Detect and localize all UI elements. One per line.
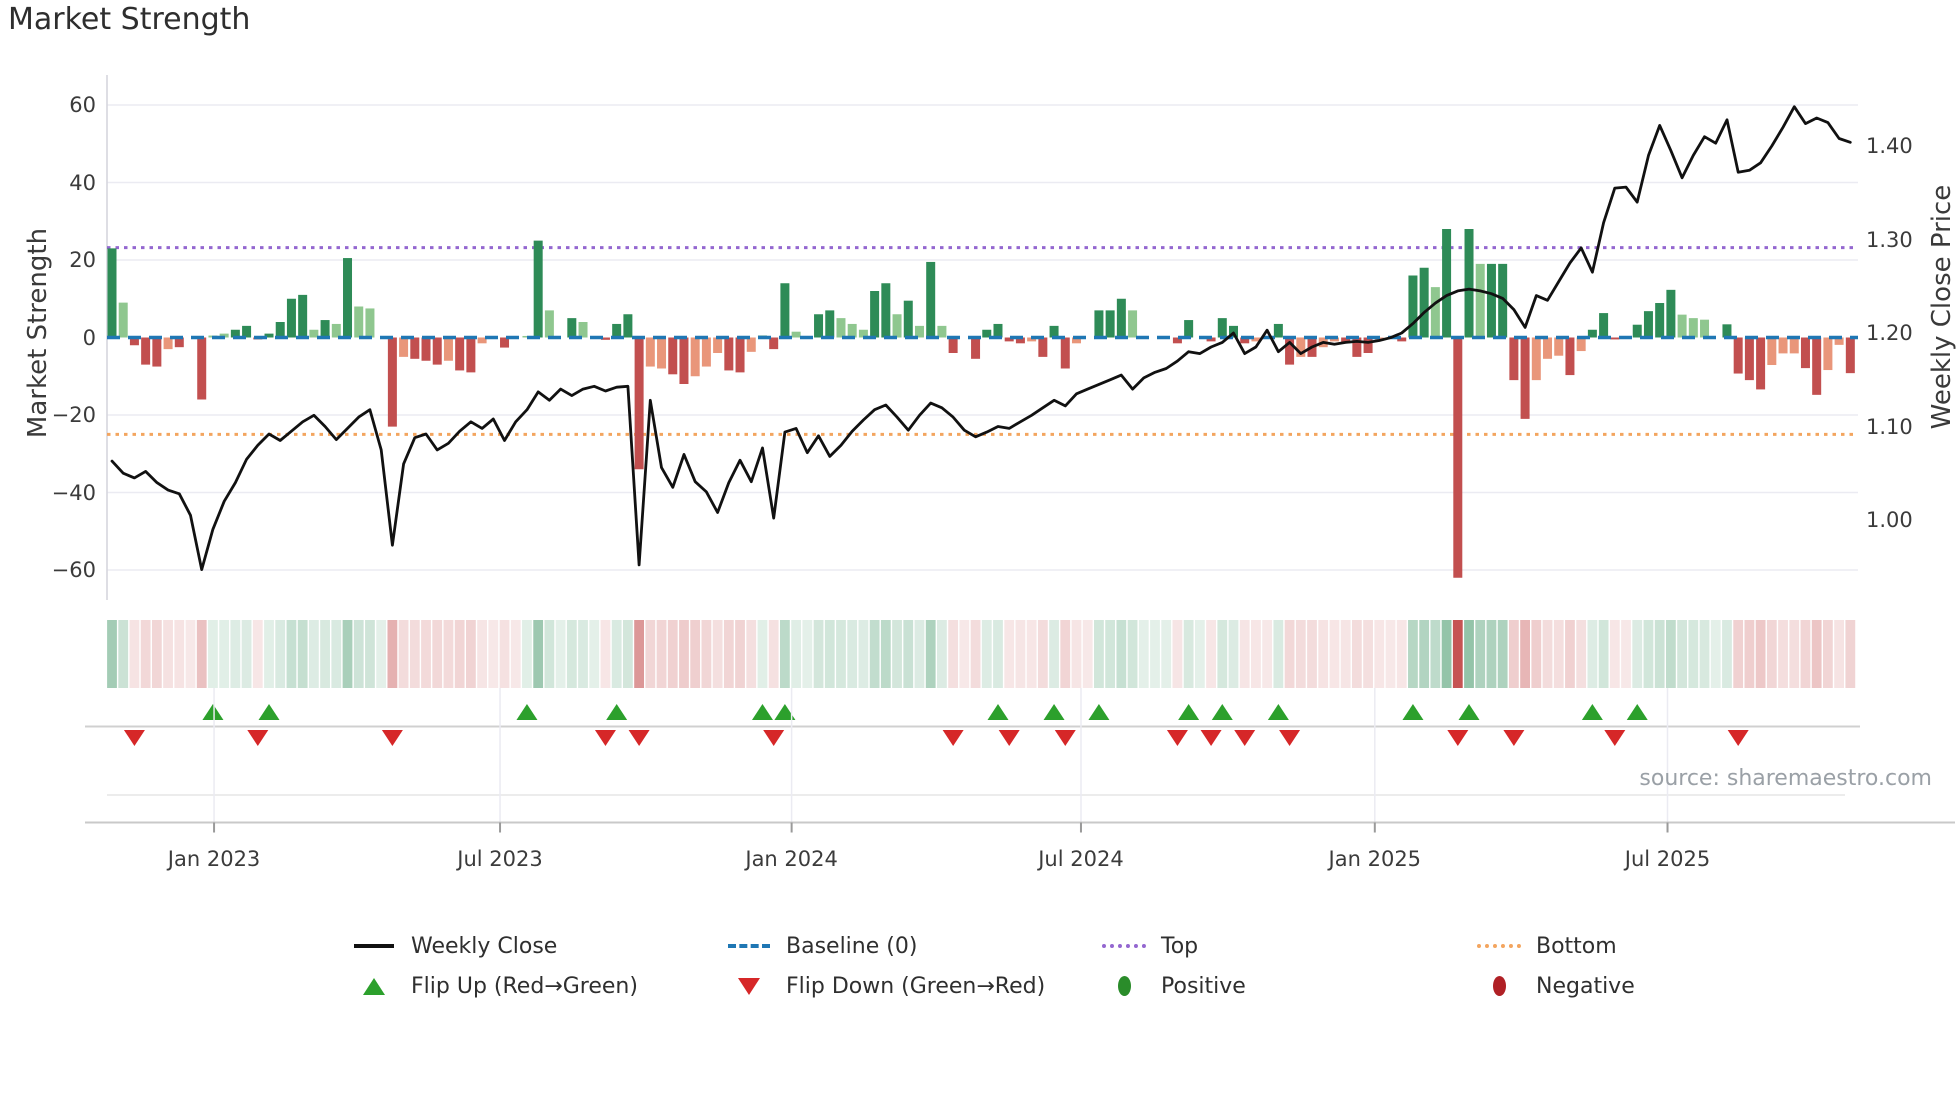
- flip-up-icon: [516, 704, 538, 720]
- legend-item-negative: Negative: [1475, 966, 1850, 1006]
- triangle-up-swatch-icon: [363, 977, 385, 995]
- ellipse-swatch-icon: [1492, 976, 1506, 996]
- triangle-down-swatch-icon: [738, 977, 760, 995]
- flip-down-icon: [1503, 730, 1525, 746]
- x-tick-label: Jan 2024: [745, 847, 838, 871]
- flip-down-icon: [763, 730, 785, 746]
- right-tick-label: 1.20: [1866, 321, 1913, 345]
- left-tick-label: −60: [51, 558, 96, 582]
- left-tick-label: 40: [69, 170, 96, 195]
- flip-up-icon: [751, 704, 773, 720]
- x-axis: [85, 821, 1955, 833]
- legend-item-bottom: Bottom: [1475, 926, 1850, 966]
- flip-up-icon: [258, 704, 280, 720]
- dashed-swatch-icon: [728, 944, 770, 948]
- right-tick-label: 1.00: [1866, 508, 1913, 532]
- strength-heatmap: [107, 620, 1856, 688]
- flip-down-icon: [1200, 730, 1222, 746]
- flip-up-icon: [1267, 704, 1289, 720]
- flip-up-icon: [1211, 704, 1233, 720]
- flip-down-icon: [1604, 730, 1626, 746]
- ellipse-swatch-icon: [1117, 976, 1131, 996]
- left-tick-label: 60: [69, 93, 96, 117]
- flip-down-icon: [381, 730, 403, 746]
- flip-up-icon: [1178, 704, 1200, 720]
- flip-down-icon: [628, 730, 650, 746]
- chart-legend: Weekly Close Baseline (0) Top Bottom Flip Up…: [350, 926, 1850, 1006]
- legend-label: Bottom: [1536, 933, 1617, 959]
- left-tick-label: 20: [69, 248, 96, 272]
- flip-down-icon: [1279, 730, 1301, 746]
- source-credit: source: sharemaestro.com: [1639, 766, 1932, 791]
- legend-item-top: Top: [1100, 926, 1475, 966]
- legend-label: Baseline (0): [786, 933, 918, 959]
- flip-down-icon: [1166, 730, 1188, 746]
- legend-item-flip-down-green-red: Flip Down (Green→Red): [725, 966, 1100, 1006]
- flip-down-icon: [247, 730, 269, 746]
- flip-down-icon: [942, 730, 964, 746]
- left-tick-label: −40: [51, 480, 96, 505]
- flip-down-icon: [1054, 730, 1076, 746]
- right-tick-label: 1.40: [1866, 134, 1913, 158]
- threshold-lines: [107, 246, 1858, 436]
- legend-label: Flip Up (Red→Green): [411, 973, 638, 999]
- flip-down-icon: [1727, 730, 1749, 746]
- flip-up-icon: [987, 704, 1009, 720]
- x-tick-label: Jul 2023: [457, 847, 543, 871]
- legend-item-baseline-0: Baseline (0): [725, 926, 1100, 966]
- flip-up-icon: [1626, 704, 1648, 720]
- flip-down-icon: [123, 730, 145, 746]
- line-swatch-icon: [354, 944, 394, 948]
- x-tick-label: Jan 2025: [1328, 847, 1422, 871]
- x-gridlines: [213, 688, 1669, 823]
- flip-up-icon: [1043, 704, 1065, 720]
- x-tick-label: Jul 2025: [1624, 847, 1711, 871]
- legend-label: Flip Down (Green→Red): [786, 973, 1046, 999]
- legend-label: Positive: [1161, 973, 1246, 999]
- left-tick-label: 0: [82, 325, 96, 350]
- flip-down-markers: [123, 730, 1749, 746]
- flip-up-icon: [1581, 704, 1603, 720]
- flip-up-icon: [606, 704, 628, 720]
- flip-up-markers: [202, 704, 1648, 720]
- right-tick-label: 1.10: [1866, 414, 1913, 439]
- legend-item-flip-up-red-green: Flip Up (Red→Green): [350, 966, 725, 1006]
- strength-bars: [107, 229, 1855, 578]
- legend-label: Top: [1161, 933, 1199, 959]
- flip-up-icon: [1458, 704, 1480, 720]
- dotted-swatch-icon: [1477, 944, 1521, 948]
- legend-label: Negative: [1536, 973, 1635, 999]
- x-tick-label: Jul 2024: [1038, 847, 1124, 871]
- flip-up-icon: [1088, 704, 1110, 720]
- dotted-swatch-icon: [1102, 944, 1146, 948]
- left-tick-label: −20: [51, 403, 96, 427]
- legend-label: Weekly Close: [411, 933, 558, 959]
- flip-up-icon: [1402, 704, 1424, 720]
- flip-down-icon: [594, 730, 616, 746]
- flip-down-icon: [1447, 730, 1469, 746]
- flip-up-icon: [202, 704, 224, 720]
- flip-down-icon: [1234, 730, 1256, 746]
- legend-item-weekly-close: Weekly Close: [350, 926, 725, 966]
- legend-item-positive: Positive: [1100, 966, 1475, 1006]
- x-tick-label: Jan 2023: [167, 847, 261, 871]
- right-tick-label: 1.30: [1866, 227, 1913, 252]
- flip-down-icon: [998, 730, 1020, 746]
- chart-canvas: Market Strength Market Strength Weekly C…: [0, 0, 1960, 1102]
